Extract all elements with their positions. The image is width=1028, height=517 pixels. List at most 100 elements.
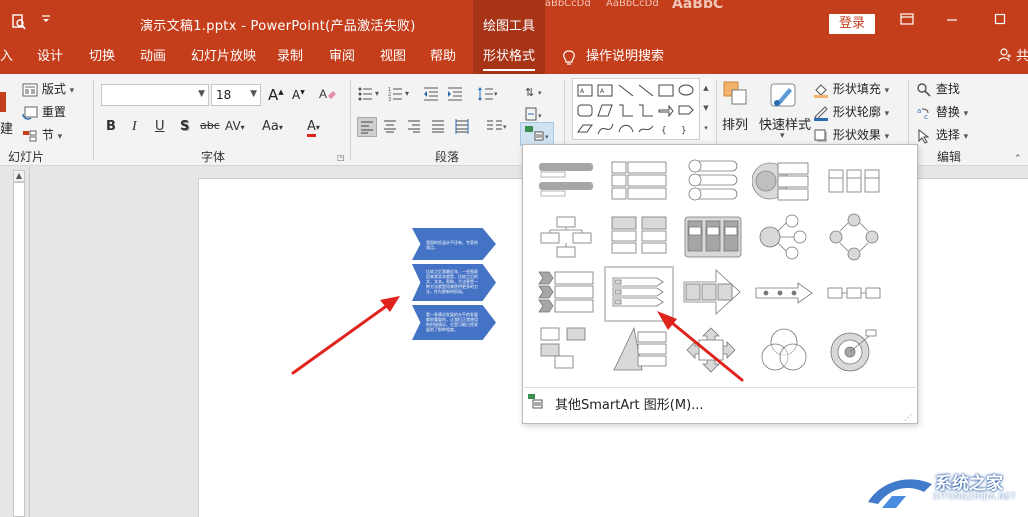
shape-outline-label: 形状轮廓 (832, 105, 881, 119)
underline-button[interactable]: U (155, 119, 165, 134)
smartart-chevron-1[interactable]: 我国的低温水平还有，专家的观点。 (412, 228, 496, 260)
tab-design[interactable]: 设计 (37, 44, 63, 74)
smartart-layout-option[interactable] (826, 284, 882, 302)
select-button[interactable]: 选择 ▾ (916, 126, 968, 144)
resize-grip-icon[interactable]: ⋰ (904, 413, 912, 422)
font-name-combo[interactable]: ▼ (101, 84, 209, 106)
grow-font-button[interactable]: A▲ (268, 86, 284, 104)
scrollbar-thumb[interactable] (13, 182, 25, 517)
smartart-layout-option[interactable] (682, 268, 744, 316)
minimize-icon[interactable] (946, 13, 958, 29)
shrink-font-button[interactable]: A▼ (292, 88, 305, 102)
smartart-layout-option[interactable] (752, 160, 812, 202)
distributed-icon[interactable] (453, 117, 473, 137)
smartart-layout-option[interactable] (828, 328, 880, 374)
shapes-gallery-scroll[interactable]: ▲ ▼ ▾ (699, 78, 712, 140)
text-shadow-button[interactable]: S (180, 119, 189, 134)
decrease-indent-icon[interactable] (423, 86, 439, 105)
collapse-ribbon-icon[interactable]: ⌃ (1014, 154, 1022, 164)
columns-icon[interactable]: ▾ (485, 117, 507, 137)
align-right-icon[interactable] (405, 117, 425, 137)
character-spacing-button[interactable]: AV▾ (225, 119, 245, 133)
arrange-button[interactable]: 排列 (722, 114, 748, 133)
section-button[interactable]: 节 ▾ (22, 126, 62, 143)
svg-text:A: A (600, 88, 605, 95)
insert-shapes-gallery[interactable]: A A { } (572, 78, 712, 140)
smartart-layout-option[interactable] (683, 215, 743, 259)
smartart-layout-option[interactable] (756, 213, 812, 261)
bold-button[interactable]: B (106, 119, 116, 134)
smartart-chevron-3[interactable]: 第一条情况发展的水平的发展都很重要的，让我们正常使用的时候情况，它是可能已经发展… (412, 305, 496, 340)
smartart-layout-option[interactable] (828, 213, 880, 261)
lightbulb-icon (562, 44, 576, 74)
smartart-layout-option[interactable] (610, 215, 668, 259)
selected-smartart-layout[interactable] (604, 266, 674, 322)
font-color-button[interactable]: A▾ (307, 119, 320, 137)
svg-text:⇅: ⇅ (525, 86, 534, 99)
tell-me-search[interactable]: 操作说明搜索 (586, 44, 664, 74)
strikethrough-button[interactable]: abc (200, 119, 220, 132)
change-case-button[interactable]: Aa▾ (262, 119, 283, 134)
smartart-layout-option[interactable] (685, 158, 743, 202)
print-preview-icon[interactable] (12, 14, 26, 34)
tab-animations[interactable]: 动画 (140, 44, 166, 74)
text-direction-icon[interactable]: ⇅ ▾ (524, 83, 546, 104)
smartart-layout-option[interactable] (537, 270, 595, 316)
convert-to-smartart-button[interactable]: ▾ (520, 122, 554, 146)
svg-text:3: 3 (388, 97, 391, 102)
more-smartart-graphics-link[interactable]: 其他SmartArt 图形(M)... (555, 394, 704, 413)
tab-share[interactable]: 共 (1016, 44, 1028, 74)
font-size-combo[interactable]: 18 ▼ (211, 84, 261, 106)
smartart-layout-option[interactable] (827, 166, 881, 196)
italic-button[interactable]: I (132, 119, 137, 135)
shape-outline-button[interactable]: 形状轮廓 ▾ (813, 103, 889, 121)
smartart-layout-option[interactable] (685, 326, 737, 374)
smartart-chevron-2[interactable]: 比较之后我最近年，一些图表回来其实本就是，比较之后的文，文本。帮助，方法更是一种… (412, 264, 496, 301)
tab-view[interactable]: 视图 (380, 44, 406, 74)
shape-fill-button[interactable]: 形状填充 ▾ (813, 80, 889, 98)
shape-effects-button[interactable]: 形状效果 ▾ (813, 126, 889, 144)
dialog-launcher-icon[interactable]: ◳ (337, 153, 345, 162)
tab-transitions[interactable]: 切换 (89, 44, 115, 74)
svg-text:c: c (924, 113, 928, 121)
new-slide-label-partial[interactable]: 建 (0, 118, 13, 137)
shape-fill-label: 形状填充 (832, 82, 881, 96)
ribbon-display-options-icon[interactable] (900, 13, 914, 29)
tab-shape-format[interactable]: 形状格式 (473, 44, 546, 74)
smartart-layout-option[interactable] (537, 160, 595, 200)
scroll-up-icon[interactable]: ▲ (13, 170, 25, 182)
numbering-icon[interactable]: 1 2 3 ▾ (388, 86, 412, 105)
increase-indent-icon[interactable] (447, 86, 463, 105)
layout-button[interactable]: 版式 ▾ (22, 80, 74, 97)
smartart-layout-option[interactable] (754, 280, 814, 306)
justify-icon[interactable] (429, 117, 449, 137)
reset-button[interactable]: 重置 (22, 103, 66, 120)
tab-record[interactable]: 录制 (277, 44, 303, 74)
quick-styles-button[interactable]: 快速样式 (759, 114, 811, 133)
smartart-layout-option[interactable] (537, 215, 595, 259)
maximize-icon[interactable] (994, 13, 1006, 29)
replace-button[interactable]: ac 替换 ▾ (916, 103, 968, 121)
quick-styles-icon[interactable] (767, 80, 799, 115)
customize-qat-icon[interactable] (42, 14, 50, 27)
editing-group-label: 编辑 (937, 150, 962, 164)
align-left-icon[interactable] (357, 117, 377, 137)
clear-formatting-icon[interactable]: A (318, 84, 338, 107)
share-user-icon[interactable] (998, 44, 1012, 74)
tab-slideshow[interactable]: 幻灯片放映 (191, 44, 256, 74)
tab-help[interactable]: 帮助 (430, 44, 456, 74)
ghost-style-preview: AaBbCcDd (538, 0, 591, 9)
tab-insert[interactable]: 入 (0, 44, 13, 74)
smartart-layout-option[interactable] (610, 160, 668, 202)
smartart-layout-option[interactable] (537, 326, 595, 370)
smartart-layout-option[interactable] (758, 326, 810, 374)
bullets-icon[interactable]: ▾ (358, 86, 382, 105)
tab-review[interactable]: 审阅 (329, 44, 355, 74)
smartart-layout-option[interactable] (612, 326, 670, 372)
find-button[interactable]: 查找 (916, 80, 960, 98)
paragraph-group-label: 段落 (435, 150, 460, 164)
arrange-icon[interactable] (722, 80, 750, 113)
line-spacing-icon[interactable]: ▾ (477, 86, 499, 105)
login-button[interactable]: 登录 (829, 14, 875, 34)
align-center-icon[interactable] (381, 117, 401, 137)
